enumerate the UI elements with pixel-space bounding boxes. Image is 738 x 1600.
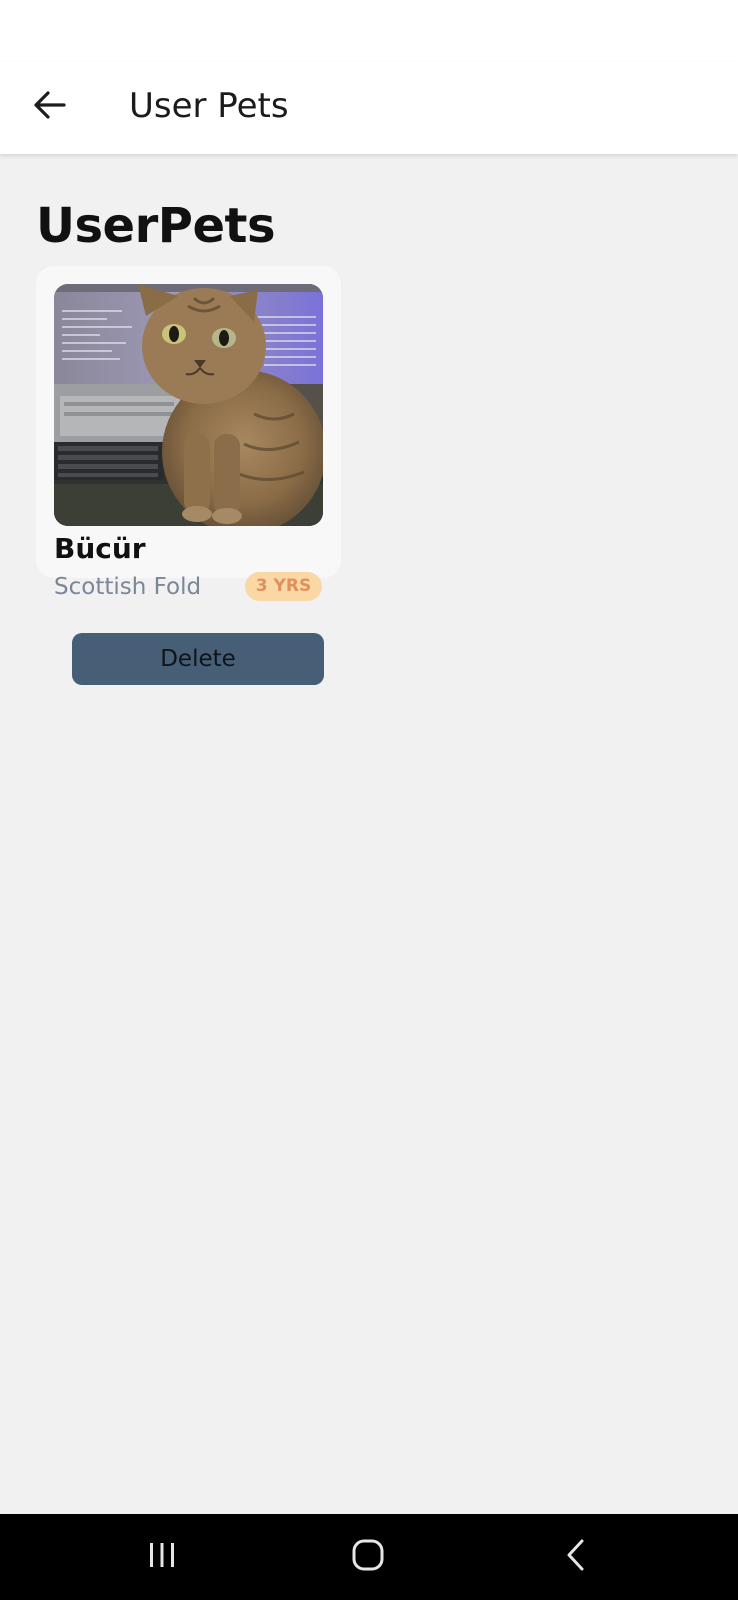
recents-button[interactable] — [124, 1528, 200, 1586]
age-badge: 3 YRS — [245, 572, 322, 601]
page-heading: UserPets — [36, 198, 276, 254]
pet-breed: Scottish Fold — [54, 574, 202, 600]
system-back-button[interactable] — [538, 1528, 614, 1586]
app-bar-title: User Pets — [129, 86, 289, 126]
system-nav-bar — [0, 1514, 738, 1600]
arrow-left-icon — [33, 90, 67, 124]
back-button[interactable] — [22, 82, 78, 132]
chevron-left-icon — [564, 1538, 588, 1576]
delete-button[interactable]: Delete — [72, 633, 324, 685]
recents-icon — [146, 1541, 178, 1573]
pet-name: Bücür — [54, 532, 146, 565]
content: UserPets Bücür Scottish Fold 3 YRS Delet… — [0, 154, 738, 1514]
pet-card[interactable]: Bücür Scottish Fold 3 YRS — [36, 266, 341, 601]
home-icon — [351, 1538, 385, 1576]
pet-photo — [54, 284, 323, 526]
status-bar — [0, 0, 738, 62]
app-bar: User Pets — [0, 62, 738, 154]
home-button[interactable] — [330, 1528, 406, 1586]
